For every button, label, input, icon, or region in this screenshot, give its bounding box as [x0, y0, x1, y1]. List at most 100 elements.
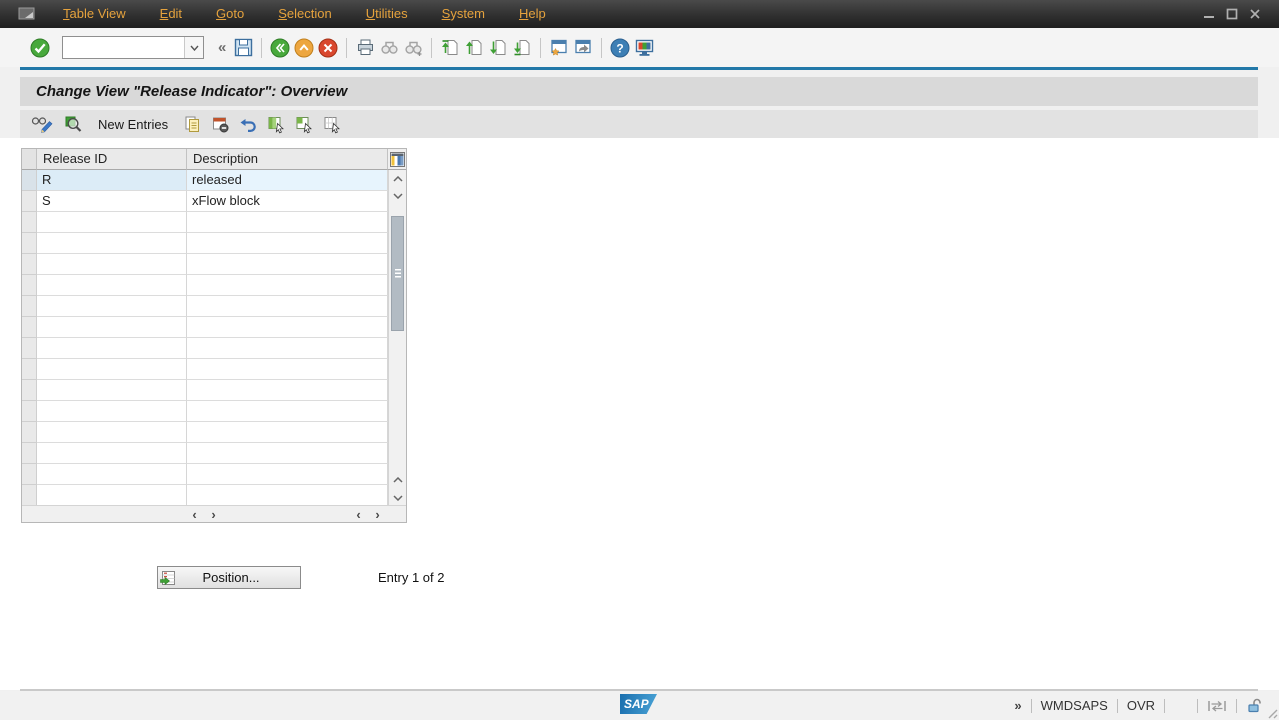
enter-button[interactable]: [28, 35, 52, 61]
description-cell[interactable]: [187, 296, 388, 317]
description-cell[interactable]: [187, 464, 388, 485]
table-row-empty[interactable]: [22, 401, 406, 422]
description-cell[interactable]: [187, 233, 388, 254]
scroll-row-down-button[interactable]: [389, 187, 406, 204]
release-id-cell[interactable]: R: [37, 170, 187, 191]
row-selector[interactable]: [22, 443, 37, 464]
description-cell[interactable]: [187, 443, 388, 464]
table-row-empty[interactable]: [22, 233, 406, 254]
release-id-cell[interactable]: [37, 317, 187, 338]
row-selector[interactable]: [22, 464, 37, 485]
last-page-button[interactable]: [510, 35, 534, 61]
vertical-scrollbar[interactable]: [388, 170, 406, 506]
description-cell[interactable]: [187, 275, 388, 296]
row-selector[interactable]: [22, 275, 37, 296]
new-entries-button[interactable]: New Entries: [89, 112, 177, 136]
row-selector[interactable]: [22, 338, 37, 359]
description-cell[interactable]: [187, 338, 388, 359]
release-id-cell[interactable]: [37, 296, 187, 317]
table-row-empty[interactable]: [22, 212, 406, 233]
input-mode-indicator[interactable]: OVR: [1127, 698, 1155, 713]
table-row-empty[interactable]: [22, 464, 406, 485]
table-settings-button[interactable]: [388, 149, 406, 170]
overview-choose-button[interactable]: [60, 112, 87, 136]
description-cell[interactable]: xFlow block: [187, 191, 388, 212]
command-dropdown-button[interactable]: [184, 37, 203, 58]
row-selector[interactable]: [22, 317, 37, 338]
scroll-left-button[interactable]: ‹: [351, 506, 366, 522]
table-row-empty[interactable]: [22, 380, 406, 401]
menu-utilities[interactable]: Utilities: [349, 0, 425, 28]
column-header-release-id[interactable]: Release ID: [37, 149, 187, 170]
release-id-cell[interactable]: [37, 422, 187, 443]
row-selector[interactable]: [22, 485, 37, 506]
release-id-cell[interactable]: [37, 485, 187, 506]
help-button[interactable]: ?: [608, 35, 632, 61]
select-block-button[interactable]: [291, 112, 317, 136]
menu-system[interactable]: System: [425, 0, 502, 28]
release-id-cell[interactable]: [37, 401, 187, 422]
column-header-description[interactable]: Description: [187, 149, 388, 170]
scroll-page-up-button[interactable]: [389, 471, 406, 488]
row-selector[interactable]: [22, 191, 37, 212]
select-all-button[interactable]: [263, 112, 289, 136]
create-shortcut-button[interactable]: [571, 35, 595, 61]
page-down-button[interactable]: [486, 35, 510, 61]
row-selector[interactable]: [22, 359, 37, 380]
data-transfer-icon[interactable]: [1207, 699, 1227, 713]
description-cell[interactable]: [187, 359, 388, 380]
menu-selection[interactable]: Selection: [261, 0, 348, 28]
scroll-row-up-button[interactable]: [389, 170, 406, 187]
release-id-cell[interactable]: [37, 380, 187, 401]
scroll-right-button[interactable]: ›: [370, 506, 385, 522]
table-row-empty[interactable]: [22, 359, 406, 380]
table-row-empty[interactable]: [22, 422, 406, 443]
table-row-empty[interactable]: [22, 338, 406, 359]
row-selector[interactable]: [22, 296, 37, 317]
status-overflow-button[interactable]: »: [1014, 698, 1021, 713]
maximize-button[interactable]: [1224, 6, 1240, 22]
description-cell[interactable]: released: [187, 170, 388, 191]
position-button[interactable]: Position...: [157, 566, 301, 589]
row-selector[interactable]: [22, 170, 37, 191]
row-selector[interactable]: [22, 254, 37, 275]
scroll-right-button[interactable]: ›: [206, 506, 221, 522]
system-id-text[interactable]: WMDSAPS: [1041, 698, 1108, 713]
collapse-toolbar-button[interactable]: «: [213, 39, 231, 56]
description-cell[interactable]: [187, 254, 388, 275]
release-id-cell[interactable]: [37, 464, 187, 485]
menu-table-view[interactable]: Table View: [46, 0, 143, 28]
table-row-empty[interactable]: [22, 317, 406, 338]
save-button[interactable]: [231, 35, 255, 61]
description-cell[interactable]: [187, 422, 388, 443]
undo-button[interactable]: [235, 112, 261, 136]
table-row-empty[interactable]: [22, 254, 406, 275]
find-button[interactable]: [377, 35, 401, 61]
close-button[interactable]: [1247, 6, 1263, 22]
table-row-empty[interactable]: [22, 275, 406, 296]
release-id-cell[interactable]: [37, 338, 187, 359]
description-cell[interactable]: [187, 317, 388, 338]
layout-settings-button[interactable]: [632, 35, 657, 61]
page-up-button[interactable]: [462, 35, 486, 61]
delete-row-button[interactable]: [207, 112, 233, 136]
scroll-left-button[interactable]: ‹: [187, 506, 202, 522]
new-session-button[interactable]: [547, 35, 571, 61]
menu-goto[interactable]: Goto: [199, 0, 261, 28]
description-cell[interactable]: [187, 401, 388, 422]
scrollbar-thumb[interactable]: [391, 216, 404, 331]
lock-open-icon[interactable]: [1246, 697, 1263, 714]
select-all-corner[interactable]: [22, 149, 37, 170]
find-next-button[interactable]: [401, 35, 425, 61]
row-selector[interactable]: [22, 233, 37, 254]
release-id-cell[interactable]: S: [37, 191, 187, 212]
release-id-cell[interactable]: [37, 359, 187, 380]
release-id-cell[interactable]: [37, 212, 187, 233]
minimize-button[interactable]: [1201, 6, 1217, 22]
deselect-all-button[interactable]: [319, 112, 345, 136]
table-row-empty[interactable]: [22, 296, 406, 317]
exit-button[interactable]: [292, 35, 316, 61]
description-cell[interactable]: [187, 380, 388, 401]
table-row-empty[interactable]: [22, 485, 406, 506]
copy-as-button[interactable]: [179, 112, 205, 136]
